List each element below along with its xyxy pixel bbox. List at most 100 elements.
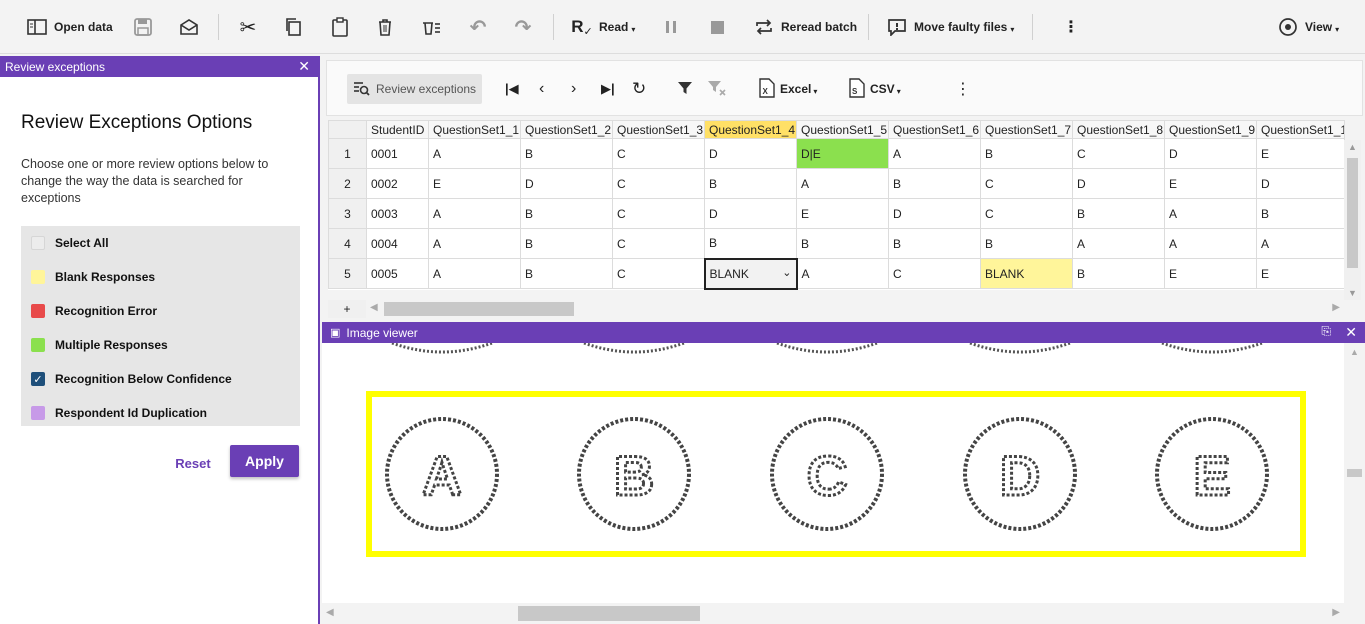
table-cell[interactable]: C bbox=[612, 138, 705, 169]
table-cell[interactable]: B bbox=[980, 138, 1073, 169]
row-header[interactable]: 3 bbox=[328, 198, 367, 229]
table-cell[interactable]: D bbox=[1072, 168, 1165, 199]
table-cell[interactable]: B bbox=[520, 138, 613, 169]
table-row[interactable]: 5 0005 A B C BLANK ⌄ A C BLANK B E E bbox=[328, 257, 1345, 290]
previous-record-button[interactable]: ‹ bbox=[539, 74, 544, 104]
checkbox[interactable] bbox=[31, 236, 45, 250]
table-cell[interactable]: B bbox=[980, 228, 1073, 259]
next-record-button[interactable]: › bbox=[571, 74, 576, 104]
table-cell[interactable]: A bbox=[1256, 228, 1345, 259]
table-cell[interactable]: C bbox=[612, 228, 705, 259]
table-cell[interactable]: 0001 bbox=[366, 138, 429, 169]
table-cell[interactable]: E bbox=[1164, 168, 1257, 199]
table-cell[interactable]: E bbox=[796, 198, 889, 229]
table-cell[interactable]: B bbox=[704, 228, 797, 259]
table-cell-editor[interactable]: BLANK ⌄ bbox=[703, 257, 798, 290]
table-cell[interactable]: D bbox=[704, 138, 797, 169]
move-faulty-files-button[interactable]: Move faulty files ▾ bbox=[886, 14, 1014, 40]
scanned-bubble-image[interactable]: A B C D E bbox=[322, 343, 1344, 603]
checkbox[interactable] bbox=[31, 304, 45, 318]
more-options-button[interactable]: ⋮ bbox=[1060, 14, 1082, 40]
table-cell[interactable]: A bbox=[796, 258, 889, 289]
open-data-button[interactable]: Open data bbox=[26, 14, 113, 40]
refresh-button[interactable]: ↻ bbox=[632, 74, 646, 104]
grid-horizontal-scrollbar[interactable]: ◀ ▶ bbox=[366, 300, 1344, 318]
table-cell[interactable]: C bbox=[980, 168, 1073, 199]
pause-button[interactable] bbox=[660, 14, 682, 40]
table-cell[interactable]: B bbox=[1256, 198, 1345, 229]
view-button[interactable]: View ▾ bbox=[1277, 14, 1339, 40]
table-cell[interactable]: E bbox=[428, 168, 521, 199]
row-header[interactable]: 1 bbox=[328, 138, 367, 169]
read-button[interactable]: R ✓ Read ▾ bbox=[571, 14, 635, 40]
table-cell[interactable]: B bbox=[704, 168, 797, 199]
table-cell[interactable]: A bbox=[888, 138, 981, 169]
table-cell[interactable]: D bbox=[888, 198, 981, 229]
grid-vertical-scrollbar[interactable]: ▲ ▼ bbox=[1344, 140, 1361, 300]
row-header[interactable]: 5 bbox=[328, 258, 367, 289]
copy-button[interactable] bbox=[282, 14, 304, 40]
column-header[interactable]: QuestionSet1_7 bbox=[980, 120, 1073, 139]
column-header[interactable]: QuestionSet1_2 bbox=[520, 120, 613, 139]
scroll-left-icon[interactable]: ◀ bbox=[326, 607, 334, 618]
table-cell[interactable]: B bbox=[1072, 198, 1165, 229]
paste-button[interactable] bbox=[329, 14, 351, 40]
table-cell[interactable]: C bbox=[888, 258, 981, 289]
table-cell[interactable]: BLANK bbox=[980, 258, 1073, 289]
clear-filter-button[interactable] bbox=[707, 74, 727, 104]
scroll-down-icon[interactable]: ▼ bbox=[1348, 288, 1357, 298]
table-cell[interactable]: C bbox=[612, 198, 705, 229]
table-cell[interactable]: B bbox=[796, 228, 889, 259]
checkbox[interactable] bbox=[31, 270, 45, 284]
table-cell[interactable]: A bbox=[428, 138, 521, 169]
table-cell[interactable]: 0003 bbox=[366, 198, 429, 229]
scroll-right-icon[interactable]: ▶ bbox=[1332, 302, 1340, 313]
table-cell[interactable]: E bbox=[1256, 258, 1345, 289]
table-cell[interactable]: A bbox=[796, 168, 889, 199]
column-header[interactable]: StudentID bbox=[366, 120, 429, 139]
close-icon[interactable]: ✕ bbox=[1345, 324, 1357, 341]
select-all-corner[interactable] bbox=[328, 120, 367, 139]
scroll-thumb[interactable] bbox=[518, 606, 700, 621]
column-header[interactable]: QuestionSet1_8 bbox=[1072, 120, 1165, 139]
column-header[interactable]: QuestionSet1_5 bbox=[796, 120, 889, 139]
grid-more-options-button[interactable]: ⋮ bbox=[955, 74, 971, 104]
option-select-all[interactable]: Select All bbox=[31, 233, 109, 253]
add-row-button[interactable]: + bbox=[328, 300, 366, 318]
reset-button[interactable]: Reset bbox=[170, 451, 216, 475]
table-row[interactable]: 3 0003 A B C D E D C B A B bbox=[328, 198, 1345, 229]
table-cell[interactable]: B bbox=[520, 258, 613, 289]
option-recognition-below-confidence[interactable]: ✓ Recognition Below Confidence bbox=[31, 369, 232, 389]
chevron-down-icon[interactable]: ⌄ bbox=[782, 266, 791, 279]
viewer-horizontal-scrollbar[interactable]: ◀ ▶ bbox=[322, 603, 1344, 624]
option-respondent-id-duplication[interactable]: Respondent Id Duplication bbox=[31, 403, 207, 423]
mail-button[interactable] bbox=[178, 14, 200, 40]
export-csv-button[interactable]: S CSV ▾ bbox=[849, 74, 901, 104]
checkbox[interactable] bbox=[31, 338, 45, 352]
table-cell[interactable]: D bbox=[1164, 138, 1257, 169]
table-cell[interactable]: 0004 bbox=[366, 228, 429, 259]
scroll-up-icon[interactable]: ▲ bbox=[1350, 347, 1359, 357]
viewer-vertical-scrollbar[interactable]: ▲ bbox=[1344, 343, 1365, 624]
row-header[interactable]: 2 bbox=[328, 168, 367, 199]
table-cell[interactable]: A bbox=[1072, 228, 1165, 259]
checkbox-checked[interactable]: ✓ bbox=[31, 372, 45, 386]
table-cell[interactable]: D bbox=[520, 168, 613, 199]
scroll-thumb[interactable] bbox=[1347, 469, 1362, 477]
close-icon[interactable]: ✕ bbox=[298, 58, 310, 75]
table-cell[interactable]: A bbox=[428, 198, 521, 229]
table-cell[interactable]: E bbox=[1256, 138, 1345, 169]
table-row[interactable]: 4 0004 A B C B B B B A A A bbox=[328, 228, 1345, 259]
table-row[interactable]: 1 0001 A B C D D|E A B C D E bbox=[328, 138, 1345, 169]
table-cell[interactable]: C bbox=[980, 198, 1073, 229]
redo-button[interactable]: ↷ bbox=[512, 14, 534, 40]
checkbox[interactable] bbox=[31, 406, 45, 420]
column-header[interactable]: QuestionSet1_9 bbox=[1164, 120, 1257, 139]
table-cell[interactable]: A bbox=[428, 228, 521, 259]
table-cell[interactable]: B bbox=[1072, 258, 1165, 289]
column-header-selected[interactable]: QuestionSet1_4 bbox=[704, 120, 797, 139]
undo-button[interactable]: ↶ bbox=[467, 14, 489, 40]
option-blank-responses[interactable]: Blank Responses bbox=[31, 267, 155, 287]
table-cell[interactable]: D bbox=[1256, 168, 1345, 199]
table-cell[interactable]: C bbox=[612, 258, 705, 289]
